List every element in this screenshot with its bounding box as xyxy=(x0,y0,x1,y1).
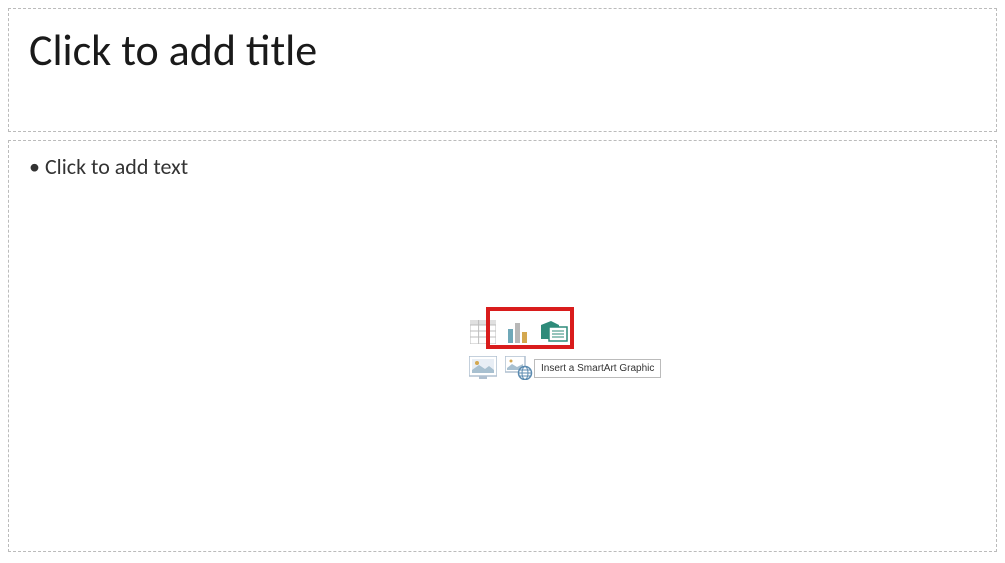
pictures-icon xyxy=(469,356,497,380)
content-placeholder-text: Click to add text xyxy=(29,153,976,180)
title-placeholder[interactable]: Click to add title xyxy=(8,8,997,132)
insert-table-button[interactable] xyxy=(469,318,497,346)
title-placeholder-text: Click to add title xyxy=(29,23,976,77)
insert-online-pictures-button[interactable] xyxy=(505,354,533,382)
online-pictures-icon xyxy=(505,356,533,380)
insert-chart-button[interactable] xyxy=(505,318,533,346)
table-icon xyxy=(470,320,496,344)
tooltip-text: Insert a SmartArt Graphic xyxy=(541,363,654,374)
tooltip: Insert a SmartArt Graphic xyxy=(534,359,661,378)
insert-pictures-button[interactable] xyxy=(469,354,497,382)
content-placeholder[interactable]: Click to add text xyxy=(8,140,997,552)
content-icon-row-1 xyxy=(463,313,575,351)
chart-icon xyxy=(506,319,532,345)
insert-smartart-button[interactable] xyxy=(541,318,569,346)
smartart-icon xyxy=(541,321,569,343)
